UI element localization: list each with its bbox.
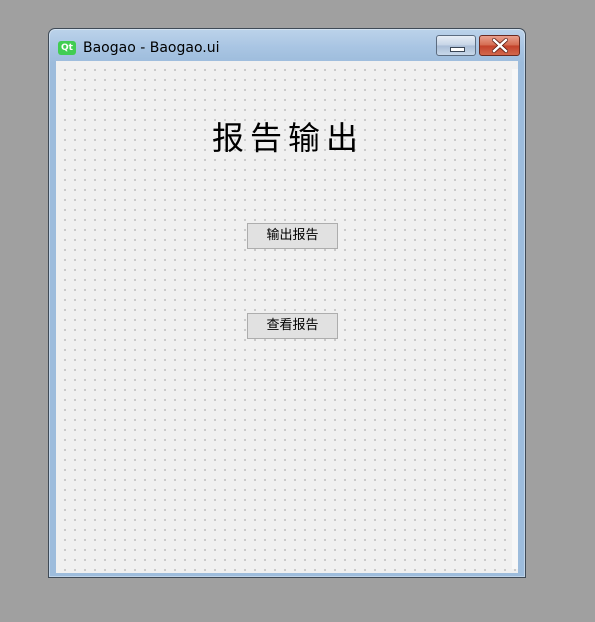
export-report-button[interactable]: 输出报告 [247,223,338,249]
view-report-button[interactable]: 查看报告 [247,313,338,339]
window-title: Baogao - Baogao.ui [83,40,220,56]
heading-label: 报告输出 [211,119,364,157]
close-button[interactable] [479,35,520,56]
minimize-icon [450,47,465,52]
minimize-button[interactable] [436,35,476,56]
close-icon [492,38,508,53]
designer-form-window: Qt Baogao - Baogao.ui 报告输出 输出报告 查看报告 [48,28,526,578]
qt-app-icon: Qt [58,41,76,55]
title-bar[interactable]: Qt Baogao - Baogao.ui [49,29,525,61]
